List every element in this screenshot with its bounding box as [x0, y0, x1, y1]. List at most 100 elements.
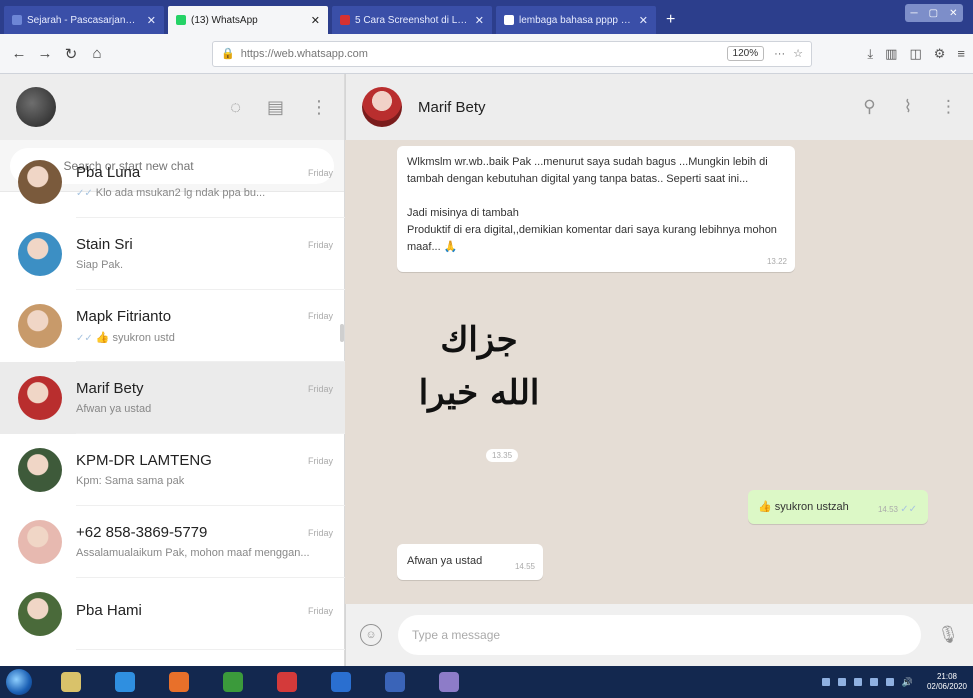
taskbar-app-word[interactable]: [378, 669, 412, 695]
tray-icon[interactable]: [869, 678, 878, 686]
reload-icon[interactable]: ↻: [60, 43, 82, 65]
volume-icon[interactable]: 🔊: [902, 677, 913, 688]
address-bar[interactable]: 🔒 https://web.whatsapp.com 120% ··· ☆: [212, 40, 812, 67]
message-time: 13.35: [486, 449, 519, 462]
chat-avatar: [18, 592, 62, 636]
chat-name: KPM-DR LAMTENG: [76, 452, 212, 469]
browser-tab[interactable]: lembaga bahasa pppp - Goo ✕: [496, 6, 656, 34]
my-avatar[interactable]: [16, 87, 56, 127]
message-time: 14.55: [514, 561, 535, 571]
start-button[interactable]: [6, 669, 32, 695]
new-tab-button[interactable]: +: [660, 6, 681, 34]
window-controls[interactable]: ─ ▢ ✕: [905, 4, 963, 22]
chat-list-item[interactable]: Mapk Fitrianto Friday ✓✓ 👍 syukron ustd: [0, 290, 345, 362]
message-area: Wlkmslm wr.wb..baik Pak ...menurut saya …: [345, 140, 973, 604]
status-icon[interactable]: ◌: [230, 97, 241, 118]
explorer-icon: [61, 672, 81, 692]
contact-avatar[interactable]: [362, 87, 402, 127]
taskbar-clock[interactable]: 21:08 02/06/2020: [927, 672, 967, 691]
tray-icon[interactable]: [853, 678, 862, 686]
chat-list-item[interactable]: Pba Hami Friday: [0, 578, 345, 650]
windows-taskbar: 🔊 21:08 02/06/2020: [0, 666, 973, 698]
tab-favicon-icon: [504, 15, 514, 25]
close-icon[interactable]: ✕: [475, 14, 484, 27]
library-icon[interactable]: ▥: [885, 46, 897, 62]
chat-time: Friday: [307, 311, 333, 321]
url-text[interactable]: https://web.whatsapp.com: [241, 48, 727, 60]
system-tray: 🔊 21:08 02/06/2020: [821, 672, 967, 691]
taskbar-app-tool[interactable]: [432, 669, 466, 695]
chat-preview: Kpm: Sama sama pak: [76, 475, 185, 487]
menu-icon[interactable]: ≡: [957, 46, 965, 62]
minimize-icon[interactable]: ─: [911, 8, 918, 19]
clock-date: 02/06/2020: [926, 682, 967, 691]
browser-tab-active[interactable]: (13) WhatsApp ✕: [168, 6, 328, 34]
tab-favicon-icon: [176, 15, 186, 25]
message-input[interactable]: [398, 615, 922, 655]
tray-icon[interactable]: [885, 678, 894, 686]
page-actions-icon[interactable]: ···: [774, 48, 785, 60]
folded-hands-emoji: 🙏: [443, 241, 458, 254]
incoming-message[interactable]: Wlkmslm wr.wb..baik Pak ...menurut saya …: [397, 146, 795, 273]
menu-dots-icon[interactable]: ⋮: [310, 97, 328, 118]
browser-tab[interactable]: Sejarah - Pascasarjana IAIN Me ✕: [4, 6, 164, 34]
tray-icon[interactable]: [821, 678, 830, 686]
chat-list-item[interactable]: Stain Sri Friday Siap Pak.: [0, 218, 345, 290]
chat-time: Friday: [307, 167, 333, 178]
zoom-level-badge[interactable]: 120%: [726, 46, 765, 61]
double-check-icon: ✓✓: [76, 332, 93, 344]
outgoing-message[interactable]: 👍 syukron ustzah 14.53 ✓✓: [748, 490, 928, 524]
close-window-icon[interactable]: ✕: [949, 8, 957, 19]
chat-avatar: [18, 232, 62, 276]
browser-tab[interactable]: 5 Cara Screenshot di Laptop d ✕: [332, 6, 492, 34]
chat-item-header: Marif Bety Friday: [76, 380, 333, 397]
incoming-message[interactable]: Afwan ya ustad 14.55: [397, 544, 543, 580]
search-icon[interactable]: ⚲: [863, 97, 875, 117]
taskbar-app-firefox[interactable]: [162, 669, 196, 695]
browser-nav-bar: ← → ↻ ⌂ 🔒 https://web.whatsapp.com 120% …: [0, 34, 973, 74]
tab-label: lembaga bahasa pppp - Goo: [519, 14, 633, 26]
close-icon[interactable]: ✕: [311, 14, 320, 27]
emoji-icon[interactable]: ☺: [360, 624, 382, 646]
forward-arrow-icon[interactable]: →: [34, 43, 56, 65]
chat-item-header: Mapk Fitrianto Friday: [76, 308, 333, 325]
chat-item-header: Pba Hami Friday: [76, 602, 333, 619]
chat-item-body: Stain Sri Friday Siap Pak.: [76, 218, 345, 290]
bookmark-star-icon[interactable]: ☆: [793, 47, 803, 60]
new-chat-icon[interactable]: ▤: [267, 97, 284, 118]
close-icon[interactable]: ✕: [147, 14, 156, 27]
download-icon[interactable]: ⤓: [867, 46, 873, 62]
sidebar-icon[interactable]: ◫: [909, 46, 921, 62]
tray-icon[interactable]: [837, 678, 846, 686]
microphone-icon[interactable]: 🎙: [937, 625, 959, 645]
chat-preview-row: ✓✓ 👍 syukron ustd: [76, 331, 333, 344]
chat-item-body: Pba Luna Friday ✓✓ Klo ada msukan2 lg ndak …: [76, 146, 345, 218]
taskbar-app-store[interactable]: [324, 669, 358, 695]
chat-list-item[interactable]: Marif Bety Friday Afwan ya ustad: [0, 362, 345, 434]
taskbar-app-ie[interactable]: [108, 669, 142, 695]
contact-name[interactable]: Marif Bety: [418, 99, 486, 116]
arabic-sticker[interactable]: جزاك الله خيرا: [409, 314, 549, 454]
taskbar-app-opera[interactable]: [270, 669, 304, 695]
back-arrow-icon[interactable]: ←: [8, 43, 30, 65]
chat-preview-row: Afwan ya ustad: [76, 403, 333, 415]
sidebar-header: ◌ ▤ ⋮: [0, 74, 344, 140]
close-icon[interactable]: ✕: [639, 14, 648, 27]
menu-dots-icon[interactable]: ⋮: [940, 97, 957, 117]
chat-preview: Afwan ya ustad: [76, 403, 152, 415]
home-icon[interactable]: ⌂: [86, 43, 108, 65]
chat-list-item[interactable]: +62 858-3869-5779 Friday Assalamualaikum P…: [0, 506, 345, 578]
chat-list-item[interactable]: KPM-DR LAMTENG Friday Kpm: Sama sama pak: [0, 434, 345, 506]
taskbar-app-chrome[interactable]: [216, 669, 250, 695]
chat-list-scrollbar[interactable]: [340, 324, 344, 342]
taskbar-app-explorer[interactable]: [54, 669, 88, 695]
chat-name: Stain Sri: [76, 236, 133, 253]
opera-icon: [277, 672, 297, 692]
chat-list-item[interactable]: Pba Luna Friday ✓✓ Klo ada msukan2 lg ndak …: [0, 146, 345, 218]
maximize-icon[interactable]: ▢: [929, 8, 938, 19]
chat-avatar: [18, 160, 62, 204]
message-time-with-tick: 14.53 ✓✓: [878, 502, 920, 518]
attach-icon[interactable]: ⌇: [904, 97, 912, 117]
message-text: Afwan ya ustad: [407, 555, 483, 567]
extension-icon[interactable]: ⚙: [934, 46, 946, 62]
